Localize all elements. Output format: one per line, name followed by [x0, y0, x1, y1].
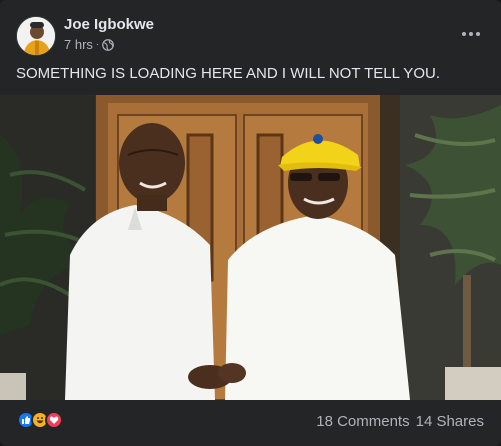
reaction-summary[interactable]	[17, 410, 63, 430]
post-text: SOMETHING IS LOADING HERE AND I WILL NOT…	[16, 65, 440, 82]
post-photo[interactable]	[0, 95, 501, 400]
author-avatar[interactable]	[16, 16, 56, 56]
post-time[interactable]: 7 hrs	[64, 37, 93, 52]
comments-count[interactable]: 18 Comments	[316, 413, 409, 430]
post-meta: 7 hrs ·	[64, 37, 115, 52]
more-options-icon[interactable]	[457, 22, 485, 46]
meta-separator: ·	[95, 39, 100, 50]
shares-count[interactable]: 14 Shares	[416, 413, 484, 430]
facebook-post: Joe Igbokwe 7 hrs · SOMETHING IS LOADING…	[0, 0, 501, 446]
love-icon	[45, 411, 63, 429]
globe-icon[interactable]	[102, 38, 115, 51]
engagement-counts: 18 Comments 14 Shares	[316, 413, 484, 430]
author-name[interactable]: Joe Igbokwe	[64, 16, 154, 33]
